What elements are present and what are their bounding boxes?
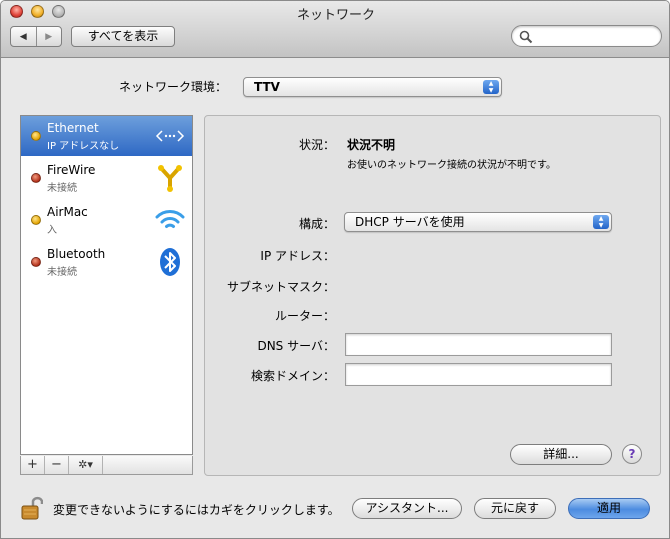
search-domain-label: 検索ドメイン： bbox=[250, 369, 335, 383]
back-button[interactable]: ◀ bbox=[11, 27, 36, 46]
status-value: 状況不明 bbox=[347, 138, 396, 152]
router-label: ルーター： bbox=[274, 309, 335, 323]
back-forward-control: ◀ ▶ bbox=[10, 26, 62, 47]
status-dot-icon bbox=[31, 173, 41, 183]
dns-server-label: DNS サーバ： bbox=[257, 339, 335, 353]
assistant-button[interactable]: アシスタント... bbox=[352, 498, 462, 519]
add-service-button[interactable]: + bbox=[21, 456, 45, 474]
service-item-airmac[interactable]: AirMac 入 bbox=[21, 200, 192, 240]
bluetooth-icon bbox=[154, 246, 186, 278]
service-status: IP アドレスなし bbox=[47, 141, 120, 152]
location-popup[interactable]: TTV ▲ ▼ bbox=[243, 77, 502, 97]
service-item-bluetooth[interactable]: Bluetooth 未接続 bbox=[21, 242, 192, 282]
apply-button[interactable]: 適用 bbox=[568, 498, 650, 519]
ethernet-icon bbox=[154, 120, 186, 152]
location-label: ネットワーク環境： bbox=[119, 80, 228, 94]
service-name: Bluetooth bbox=[47, 247, 106, 261]
titlebar: ネットワーク ◀ ▶ すべてを表示 bbox=[1, 1, 669, 58]
lock-description: 変更できないようにするにはカギをクリックします。 bbox=[53, 503, 340, 517]
dns-server-field[interactable] bbox=[345, 333, 612, 356]
search-domain-field[interactable] bbox=[345, 363, 612, 386]
service-status: 未接続 bbox=[47, 183, 77, 194]
show-all-button[interactable]: すべてを表示 bbox=[71, 26, 175, 47]
service-name: FireWire bbox=[47, 163, 96, 177]
service-list-controls: + − ✲▾ bbox=[20, 456, 193, 475]
service-item-ethernet[interactable]: Ethernet IP アドレスなし bbox=[21, 116, 192, 156]
advanced-button[interactable]: 詳細... bbox=[510, 444, 612, 465]
service-item-firewire[interactable]: FireWire 未接続 bbox=[21, 158, 192, 198]
status-description: お使いのネットワーク接続の状況が不明です。 bbox=[347, 160, 556, 171]
status-dot-icon bbox=[31, 131, 41, 141]
service-status: 入 bbox=[47, 225, 57, 236]
remove-service-button[interactable]: − bbox=[45, 456, 69, 474]
search-field[interactable] bbox=[511, 25, 662, 47]
firewire-icon bbox=[154, 162, 186, 194]
forward-button[interactable]: ▶ bbox=[35, 27, 62, 46]
search-icon bbox=[519, 30, 533, 44]
revert-button[interactable]: 元に戻す bbox=[474, 498, 556, 519]
status-dot-icon bbox=[31, 215, 41, 225]
service-detail-panel: 状況： 状況不明 お使いのネットワーク接続の状況が不明です。 構成： DHCP … bbox=[204, 115, 661, 476]
popup-arrows-icon: ▲ ▼ bbox=[483, 80, 499, 94]
config-popup[interactable]: DHCP サーバを使用 ▲ ▼ bbox=[344, 212, 612, 232]
popup-arrows-icon: ▲ ▼ bbox=[593, 215, 609, 229]
config-value: DHCP サーバを使用 bbox=[355, 215, 465, 229]
status-dot-icon bbox=[31, 257, 41, 267]
gear-icon[interactable]: ✲▾ bbox=[69, 456, 103, 474]
service-list[interactable]: Ethernet IP アドレスなし FireWire 未接続 AirMac 入… bbox=[20, 115, 193, 455]
config-label: 構成： bbox=[298, 217, 335, 231]
status-label: 状況： bbox=[298, 138, 335, 152]
location-value: TTV bbox=[254, 80, 280, 94]
network-preferences-window: ネットワーク ◀ ▶ すべてを表示 ネットワーク環境： TTV ▲ ▼ Ether… bbox=[0, 0, 670, 539]
ip-address-label: IP アドレス： bbox=[260, 249, 335, 263]
window-title: ネットワーク bbox=[296, 8, 375, 23]
service-name: Ethernet bbox=[47, 121, 99, 135]
airport-icon bbox=[154, 204, 186, 236]
help-button[interactable]: ? bbox=[622, 444, 642, 464]
subnet-mask-label: サブネットマスク： bbox=[226, 280, 335, 294]
lock-icon[interactable] bbox=[21, 495, 44, 521]
service-name: AirMac bbox=[47, 205, 88, 219]
service-status: 未接続 bbox=[47, 267, 77, 278]
